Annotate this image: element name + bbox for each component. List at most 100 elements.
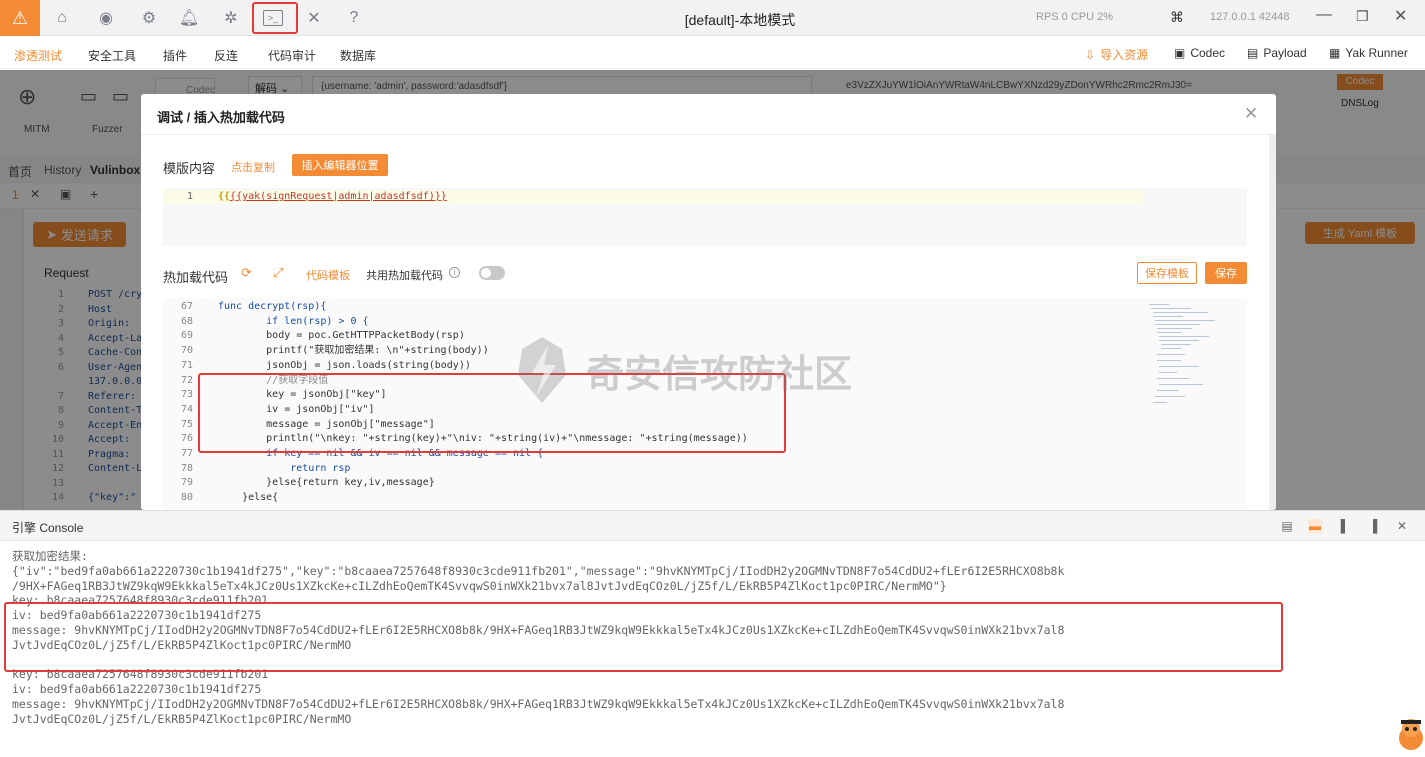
codec-button[interactable]: ▣ Codec: [1174, 46, 1225, 60]
console-line: /9HX+FAGeq1RB3JtWZ9kqW9Ekkkal5eTx4kJCz0U…: [12, 578, 947, 593]
layout-float-icon[interactable]: ▤: [1280, 519, 1294, 533]
save-button[interactable]: 保存: [1205, 262, 1247, 284]
code-line-number: 68: [180, 315, 193, 327]
console-header: 引擎 Console ▤ ▬ ▌ ▐ ✕: [0, 511, 1425, 541]
shared-hot-code-toggle[interactable]: [479, 266, 505, 280]
info-icon: i: [449, 267, 460, 278]
menu-database[interactable]: 数据库: [340, 47, 376, 64]
code-line-number: 67: [180, 301, 193, 312]
watermark-logo-icon: [518, 337, 566, 403]
menu-plugins[interactable]: 插件: [163, 47, 187, 64]
code-line: 68 if len(rsp) > 0 {: [163, 315, 1143, 330]
code-line-text: }else{return key,iv,message}: [218, 477, 435, 489]
modal-divider: [141, 134, 1276, 135]
code-line-text: printf("获取加密结果: \n"+string(body)): [218, 345, 489, 357]
console-highlight-box: [4, 602, 1283, 672]
code-minimap[interactable]: [1149, 302, 1224, 422]
hot-patch-code-label: 热加载代码: [163, 270, 229, 285]
import-label: 导入资源: [1100, 48, 1149, 62]
code-line: 78 return rsp: [163, 462, 1143, 477]
code-line-number: 78: [180, 462, 193, 474]
console-line: iv: bed9fa0ab661a2220730c1b1941df275: [12, 682, 262, 697]
mascot-icon[interactable]: [1395, 712, 1425, 752]
console-line: {"iv":"bed9fa0ab661a2220730c1b1941df275"…: [12, 563, 1065, 578]
code-line-number: 77: [180, 448, 193, 459]
layout-left-icon[interactable]: ▌: [1338, 519, 1352, 533]
warning-logo-icon[interactable]: ⚠: [0, 0, 40, 36]
code-template-link[interactable]: 代码模板: [306, 267, 350, 283]
yak-runner-icon: ▦: [1329, 46, 1341, 60]
tools-icon[interactable]: ✕: [302, 6, 326, 30]
console-title: 引擎 Console: [12, 521, 84, 535]
insert-to-editor-button[interactable]: 插入编辑器位置: [292, 154, 388, 176]
template-editor[interactable]: 1 {{{{yak(signRequest|admin|adasdfsdf)}}: [163, 188, 1247, 246]
close-icon[interactable]: ✕: [1244, 104, 1258, 124]
engine-address: 127.0.0.1 42448: [1210, 11, 1290, 23]
import-resources-button[interactable]: ⇩ 导入资源: [1085, 46, 1148, 63]
code-line: 67 func decrypt(rsp){: [163, 300, 1143, 315]
save-template-button[interactable]: 保存模板: [1137, 262, 1197, 284]
code-line-number: 76: [180, 433, 193, 445]
payload-label: Payload: [1263, 46, 1307, 60]
bug-icon[interactable]: ✲: [219, 6, 243, 30]
yak-runner-label: Yak Runner: [1345, 46, 1408, 60]
modal-title: 调试 / 插入热加载代码: [157, 110, 285, 125]
code-line-number: 72: [180, 374, 193, 386]
modal-scrollbar[interactable]: [1269, 134, 1276, 510]
code-line-number: 80: [180, 492, 193, 504]
code-line-text: body = poc.GetHTTPPacketBody(rsp): [218, 330, 465, 342]
console-line: message: 9hvKNYMTpCj/IIodDH2y2OGMNvTDN8F…: [12, 696, 1065, 711]
close-window-icon[interactable]: ✕: [1394, 6, 1407, 26]
minimap-lines: [1149, 304, 1215, 403]
title-bar: ⚠ ⌂ ◉ ⚙ 🔔︎ ✲ >_ ✕ ? [default]-本地模式 RPS 0…: [0, 0, 1425, 36]
code-line: 79 }else{return key,iv,message}: [163, 476, 1143, 491]
terminal-highlight-box: [252, 2, 298, 34]
code-line-text: func decrypt(rsp){: [218, 301, 327, 312]
import-icon: ⇩: [1085, 47, 1096, 62]
rps-cpu-status: RPS 0 CPU 2%: [1036, 11, 1114, 23]
minimize-icon[interactable]: —: [1316, 6, 1332, 24]
layout-bottom-icon[interactable]: ▬: [1308, 519, 1322, 533]
notification-bell-icon[interactable]: 🔔︎: [177, 6, 201, 30]
settings-icon[interactable]: ⚙: [137, 6, 161, 30]
code-line-number: 70: [180, 345, 193, 357]
code-line-number: 79: [180, 477, 193, 489]
console-line: 获取加密结果:: [12, 549, 88, 563]
user-avatar-icon[interactable]: ◉: [94, 6, 118, 30]
link-icon[interactable]: ⌘: [1170, 9, 1184, 26]
watermark-text: 奇安信攻防社区: [586, 353, 853, 396]
menu-security-tools[interactable]: 安全工具: [88, 47, 136, 64]
code-line-text: }else{: [218, 492, 279, 504]
codec-label: Codec: [1190, 46, 1226, 60]
code-line-number: 74: [180, 403, 193, 415]
code-line-number: 71: [180, 359, 193, 371]
template-code-text: {{yak(signRequest|admin|adasdfsdf)}}: [230, 191, 447, 202]
copy-link[interactable]: 点击复制: [231, 159, 275, 175]
payload-button[interactable]: ▤ Payload: [1247, 46, 1307, 60]
code-line-text: jsonObj = json.loads(string(body)): [218, 359, 471, 371]
code-line-number: 73: [180, 389, 193, 401]
template-code: {{{{yak(signRequest|admin|adasdfsdf)}}: [218, 191, 447, 202]
watermark: 奇安信攻防社区: [512, 335, 912, 405]
shared-hot-code-label: 共用热加载代码: [366, 270, 443, 282]
code-line-number: 75: [180, 418, 193, 430]
template-content-label: 模版内容: [163, 161, 216, 176]
code-line-text: return rsp: [218, 462, 351, 474]
menu-pentest[interactable]: 渗透测试: [14, 47, 62, 64]
window-title: [default]-本地模式: [684, 12, 796, 28]
menu-reverse[interactable]: 反连: [214, 47, 238, 64]
expand-icon[interactable]: ⤢: [273, 265, 283, 281]
close-console-icon[interactable]: ✕: [1395, 519, 1409, 533]
refresh-icon[interactable]: ⟳: [241, 265, 252, 281]
menu-code-audit[interactable]: 代码审计: [268, 47, 316, 64]
home-icon[interactable]: ⌂: [50, 6, 74, 30]
help-icon[interactable]: ?: [342, 6, 366, 30]
codec-icon: ▣: [1174, 46, 1186, 60]
payload-icon: ▤: [1247, 46, 1259, 60]
layout-right-icon[interactable]: ▐: [1366, 519, 1380, 533]
console-line: JvtJvdEqCOz0L/jZ5f/L/EkRB5P4ZlKoct1pc0PI…: [12, 711, 352, 726]
code-line-number: 69: [180, 330, 193, 342]
yak-runner-button[interactable]: ▦ Yak Runner: [1329, 46, 1408, 60]
maximize-icon[interactable]: ❐: [1356, 8, 1369, 25]
main-menu-bar: 渗透测试 安全工具 插件 反连 代码审计 数据库 ⇩ 导入资源 ▣ Codec ▤ P…: [0, 37, 1425, 69]
